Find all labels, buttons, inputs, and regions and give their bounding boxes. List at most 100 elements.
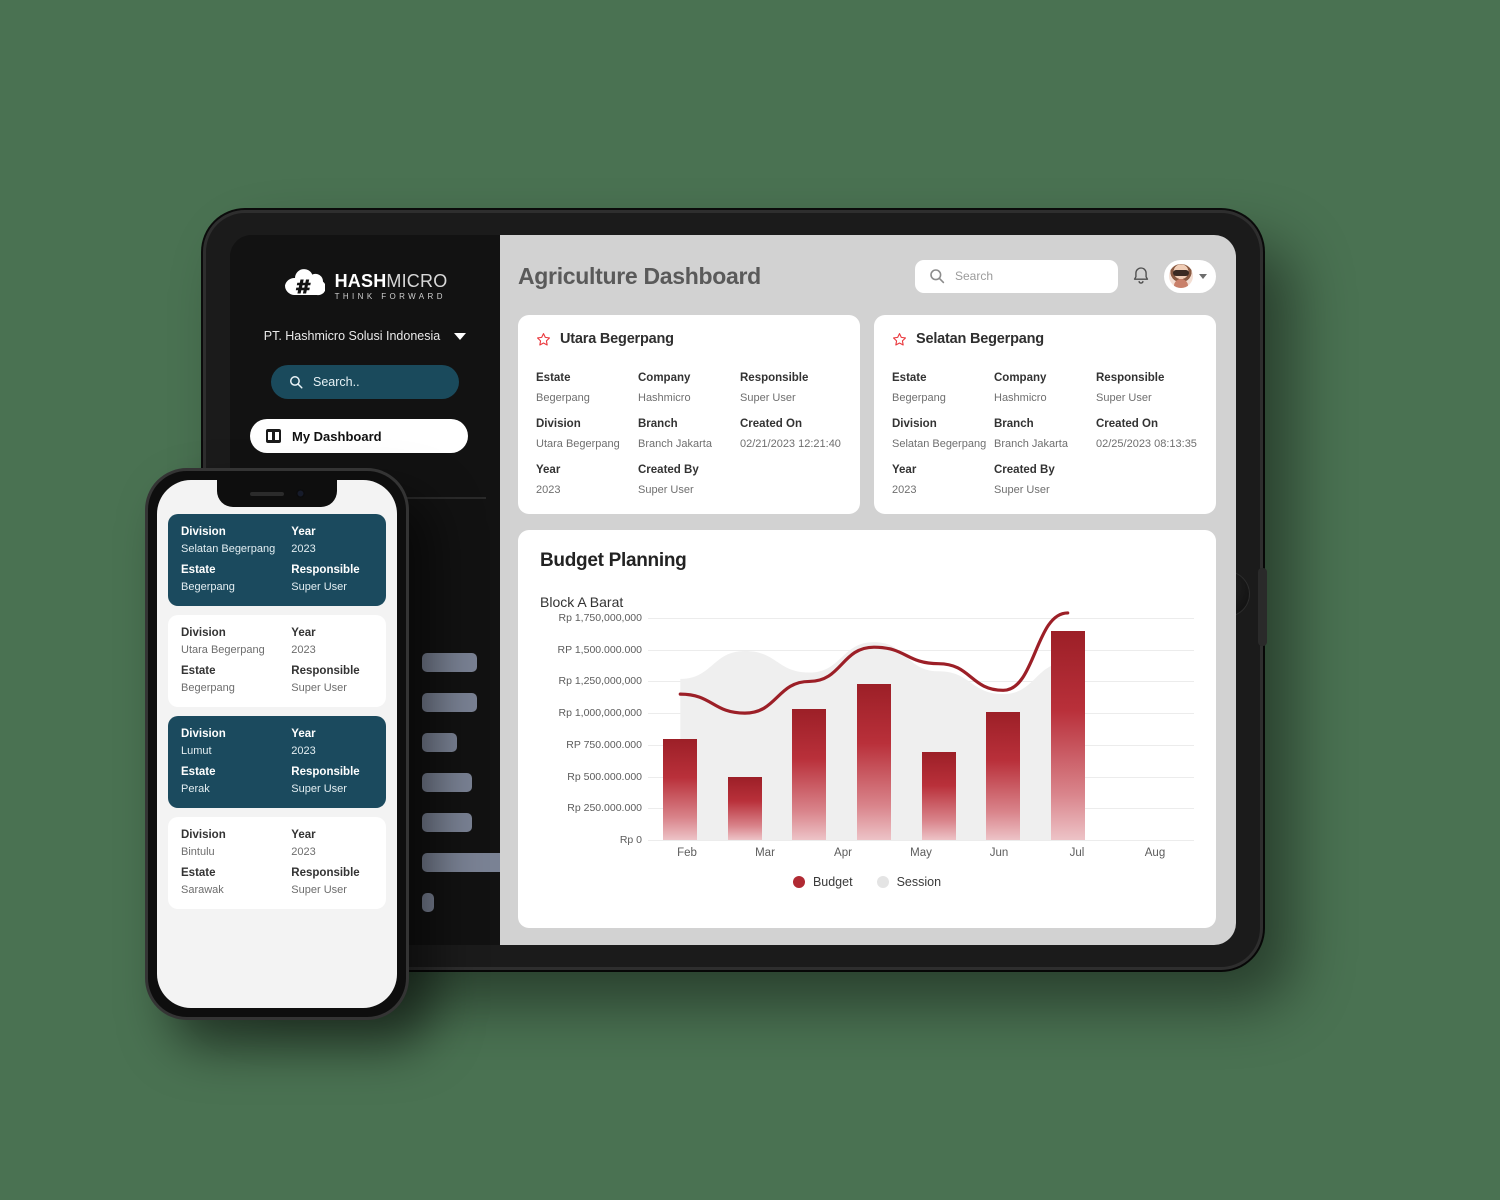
- x-axis: Feb Mar Apr May Jun Jul Aug: [648, 847, 1194, 859]
- field-value: 02/21/2023 12:21:40: [740, 438, 841, 450]
- field-value: Begerpang: [181, 682, 235, 694]
- field-label: Responsible: [291, 766, 360, 778]
- phone-screen: Division Year Selatan Begerpang 2023 Estate R…: [157, 480, 397, 1008]
- y-axis-tick: Rp 1,000,000,000: [558, 707, 643, 720]
- info-card-fields: Estate Company Responsible Begerpang Hashmic…: [892, 362, 1198, 496]
- sidebar-item-my-dashboard[interactable]: My Dashboard: [250, 419, 468, 453]
- x-axis-tick: May: [910, 847, 932, 859]
- info-card-header: Utara Begerpang: [536, 331, 842, 347]
- user-menu[interactable]: [1164, 259, 1216, 293]
- field-value: Super User: [994, 484, 1050, 496]
- field-value: 2023: [291, 644, 316, 656]
- field-label: Company: [994, 372, 1047, 384]
- sidebar-skeleton-item[interactable]: [422, 893, 434, 912]
- search-input[interactable]: Search: [915, 259, 1118, 293]
- phone-card-fields: Division Year Lumut 2023 Estate Responsible Pe…: [181, 728, 373, 795]
- top-header: Agriculture Dashboard Search: [518, 253, 1216, 299]
- legend-item[interactable]: Budget: [792, 875, 853, 889]
- legend-color-dot: [792, 876, 805, 888]
- main-content: Agriculture Dashboard Search Utara Beger…: [500, 235, 1236, 945]
- budget-trend-line: [678, 611, 1070, 715]
- header-actions: Search: [915, 259, 1216, 293]
- y-axis-tick: Rp 250.000.000: [567, 802, 642, 815]
- bell-icon[interactable]: [1131, 265, 1151, 287]
- scene: HASHMICRO THINK FORWARD PT. Hashmicro So…: [0, 0, 1500, 1200]
- legend-item[interactable]: Session: [876, 875, 942, 889]
- sidebar-skeleton-item[interactable]: [422, 733, 457, 752]
- field-label: Company: [638, 372, 691, 384]
- y-axis-tick: RP 750.000.000: [566, 738, 642, 751]
- sidebar-skeleton-item[interactable]: [422, 693, 477, 712]
- field-value: Super User: [291, 884, 347, 896]
- field-value: [1096, 480, 1198, 496]
- field-label: Responsible: [291, 867, 360, 879]
- y-axis: Rp 1,750,000,000 RP 1,500.000.000 Rp 1,250…: [540, 612, 648, 846]
- field-value: Lumut: [181, 745, 212, 757]
- sidebar-skeleton-item[interactable]: [422, 813, 472, 832]
- field-value: Utara Begerpang: [181, 644, 265, 656]
- sidebar-skeleton-item[interactable]: [422, 653, 477, 672]
- field-label: Year: [291, 829, 316, 841]
- field-label: Branch: [994, 418, 1034, 430]
- field-value: Branch Jakarta: [994, 438, 1068, 450]
- chart-plot-area: Rp 1,750,000,000 RP 1,500.000.000 Rp 1,250…: [540, 611, 1194, 846]
- info-card: Selatan Begerpang Estate Company Responsibl…: [874, 315, 1216, 514]
- sidebar-skeleton-list: [422, 653, 510, 933]
- star-icon[interactable]: [536, 332, 551, 347]
- field-label: Estate: [892, 372, 927, 384]
- sidebar-search-input[interactable]: Search..: [271, 365, 459, 399]
- field-value: Utara Begerpang: [536, 438, 620, 450]
- logo-tagline: THINK FORWARD: [334, 291, 446, 301]
- field-value: Begerpang: [181, 581, 235, 593]
- tablet-side-button[interactable]: [1258, 568, 1267, 646]
- field-label: Created On: [1096, 418, 1158, 430]
- x-axis-tick: Mar: [755, 847, 775, 859]
- field-label: Division: [181, 728, 226, 740]
- info-card: Utara Begerpang Estate Company Responsible B…: [518, 315, 860, 514]
- info-card-header: Selatan Begerpang: [892, 331, 1198, 347]
- dashboard-icon: [266, 429, 281, 443]
- phone-card-fields: Division Year Selatan Begerpang 2023 Estate R…: [181, 526, 373, 593]
- info-card-title: Selatan Begerpang: [916, 331, 1044, 347]
- grid-line: [648, 840, 1194, 841]
- sidebar-skeleton-item[interactable]: [422, 853, 510, 872]
- phone-record-card[interactable]: Division Year Utara Begerpang 2023 Estate Res…: [168, 615, 386, 707]
- field-label: Created By: [994, 464, 1055, 476]
- avatar: [1169, 264, 1193, 288]
- field-value: 2023: [536, 484, 561, 496]
- phone-record-card[interactable]: Division Year Bintulu 2023 Estate Responsible…: [168, 817, 386, 909]
- logo-text-light: MICRO: [386, 270, 448, 291]
- sidebar-item-label: My Dashboard: [292, 428, 382, 444]
- phone-record-card[interactable]: Division Year Selatan Begerpang 2023 Estate R…: [168, 514, 386, 606]
- panel-subtitle: Block A Barat: [540, 594, 624, 610]
- info-cards-row: Utara Begerpang Estate Company Responsible B…: [518, 315, 1216, 514]
- hashmicro-wordmark: HASHMICRO THINK FORWARD: [335, 272, 448, 301]
- company-selector[interactable]: PT. Hashmicro Solusi Indonesia: [230, 329, 500, 343]
- field-value: 2023: [892, 484, 917, 496]
- hashmicro-cloud-icon: [283, 269, 326, 303]
- field-value: Selatan Begerpang: [181, 543, 276, 555]
- legend-label: Session: [896, 875, 942, 889]
- sidebar-skeleton-item[interactable]: [422, 773, 472, 792]
- field-value: Hashmicro: [994, 392, 1047, 404]
- field-label: Responsible: [291, 665, 360, 677]
- speaker-icon: [249, 491, 284, 496]
- field-label: Created By: [638, 464, 699, 476]
- field-label: Division: [536, 418, 581, 430]
- budget-planning-panel: Budget Planning Block A Barat Rp 1,750,0…: [518, 530, 1216, 928]
- y-axis-tick: Rp 500.000.000: [567, 770, 642, 783]
- field-value: 2023: [291, 745, 316, 757]
- field-value: Hashmicro: [638, 392, 691, 404]
- phone-card-list: Division Year Selatan Begerpang 2023 Estate R…: [157, 480, 397, 909]
- y-axis-tick: Rp 1,750,000,000: [558, 612, 643, 624]
- chevron-down-icon: [1199, 273, 1207, 279]
- field-label: Responsible: [740, 372, 809, 384]
- legend-color-dot: [876, 876, 889, 888]
- field-value: Super User: [638, 484, 694, 496]
- star-icon[interactable]: [892, 332, 907, 347]
- phone-record-card[interactable]: Division Year Lumut 2023 Estate Responsible Pe…: [168, 716, 386, 808]
- field-value: 2023: [291, 543, 316, 555]
- field-value: Super User: [291, 783, 347, 795]
- field-label: Year: [892, 464, 917, 476]
- info-card-title: Utara Begerpang: [560, 331, 674, 347]
